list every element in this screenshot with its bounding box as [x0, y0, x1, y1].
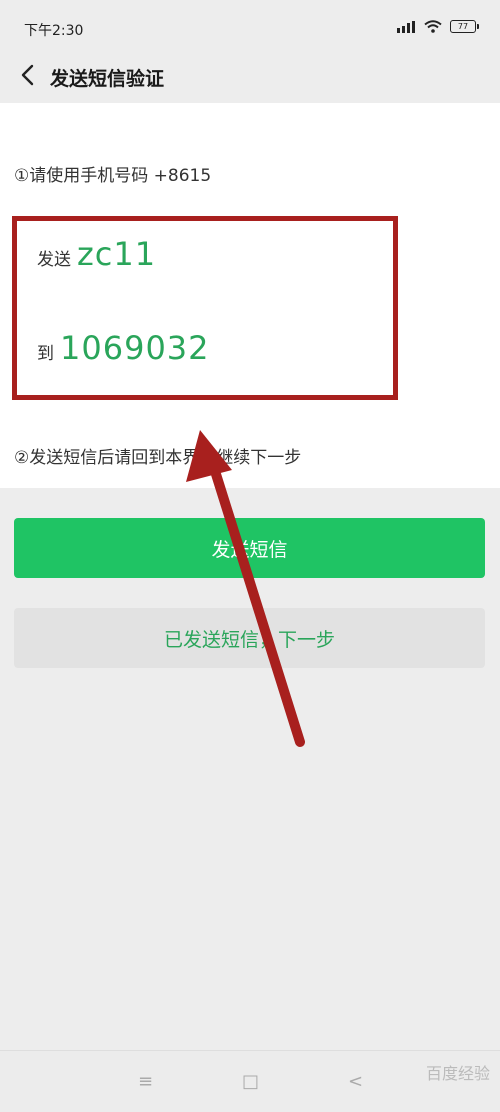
to-number-row: 到 1069032 — [37, 329, 210, 367]
wifi-icon — [424, 20, 442, 33]
page-title: 发送短信验证 — [50, 68, 165, 90]
back-button[interactable] — [12, 58, 46, 92]
home-icon[interactable]: □ — [242, 1071, 259, 1092]
step1-instruction: ①请使用手机号码 +8615 — [14, 166, 212, 186]
status-bar: 下午2:30 77 — [0, 0, 500, 52]
send-sms-button[interactable]: 发送短信 — [14, 518, 485, 578]
step2-instruction: ②发送短信后请回到本界面继续下一步 — [14, 448, 302, 468]
status-time: 下午2:30 — [24, 23, 84, 39]
status-icons: 77 — [396, 20, 479, 33]
signal-icon — [397, 20, 415, 33]
battery-icon: 77 — [450, 20, 479, 33]
sms-info-box: 发送 zc11 到 1069032 — [12, 216, 398, 400]
sms-code: zc11 — [77, 235, 157, 273]
watermark: 百度经验 — [425, 1064, 490, 1083]
nav-back-icon[interactable]: < — [348, 1071, 363, 1092]
battery-level: 77 — [457, 22, 469, 31]
nav-bar: 发送短信验证 — [0, 52, 500, 102]
send-code-row: 发送 zc11 — [37, 235, 156, 273]
to-label: 到 — [37, 344, 54, 364]
content-card: ①请使用手机号码 +8615 发送 zc11 到 1069032 ②发送短信后请… — [0, 103, 500, 488]
target-number: 1069032 — [60, 329, 210, 367]
sent-next-button[interactable]: 已发送短信，下一步 — [14, 608, 485, 668]
chevron-left-icon — [21, 64, 34, 86]
send-label: 发送 — [37, 250, 71, 270]
menu-icon[interactable]: ≡ — [138, 1071, 153, 1092]
